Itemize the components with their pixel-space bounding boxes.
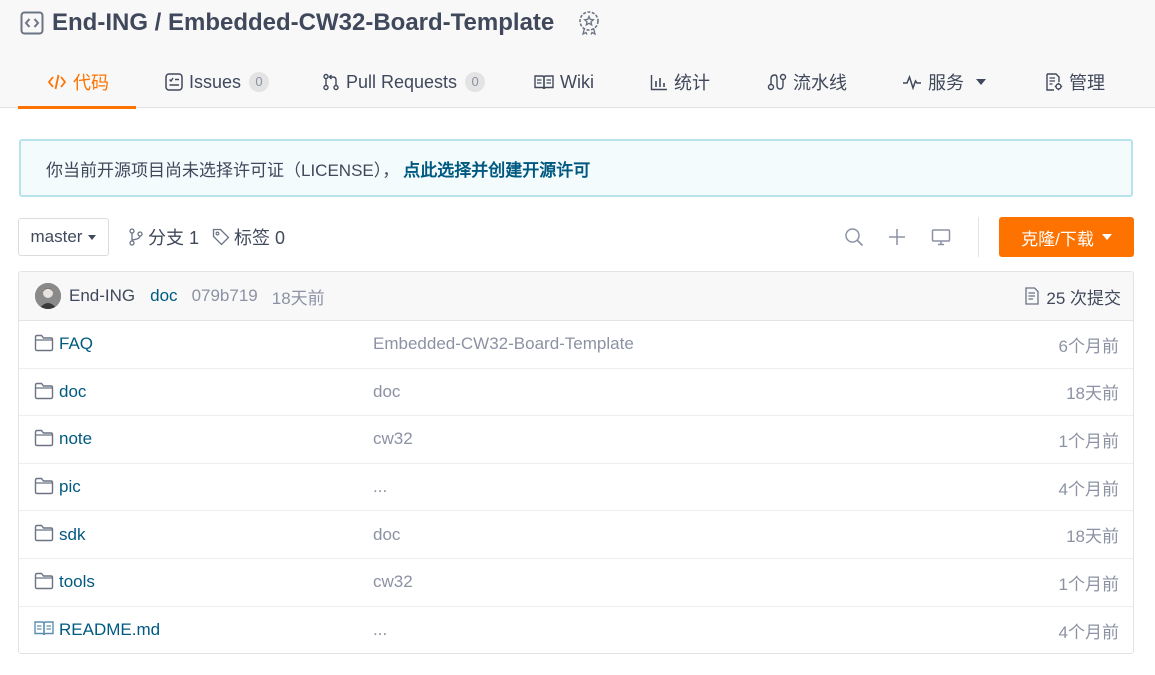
file-name-link[interactable]: README.md	[59, 620, 160, 640]
tags-label: 标签 0	[234, 228, 286, 248]
file-name-link[interactable]: doc	[59, 382, 86, 402]
repo-tabs: 代码 Issues 0 Pull Requests 0 Wiki 统计 流水线 …	[18, 56, 1138, 109]
code-icon	[47, 74, 67, 90]
tab-stats[interactable]: 统计	[650, 56, 710, 108]
commit-count-label: 25 次提交	[1046, 288, 1121, 308]
tab-code-label: 代码	[73, 73, 109, 93]
readme-book-icon	[34, 620, 54, 640]
toolbar-divider	[978, 217, 979, 257]
settings-doc-icon	[1046, 73, 1063, 91]
file-name-link[interactable]: pic	[59, 477, 81, 497]
repo-toolbar: master 分支 1 标签 0 克隆/下载	[18, 217, 1134, 257]
repo-title-bar: End-ING / Embedded-CW32-Board-Template	[20, 6, 602, 40]
tags-link[interactable]: 标签 0	[212, 218, 285, 256]
avatar[interactable]	[35, 283, 61, 309]
commit-sha[interactable]: 079b719	[192, 286, 258, 306]
pulse-icon	[903, 74, 921, 90]
issues-count-badge: 0	[249, 72, 270, 92]
branch-icon	[129, 228, 143, 246]
commit-time: 18天前	[271, 288, 325, 308]
license-notice-text: 你当前开源项目尚未选择许可证（LICENSE），	[46, 160, 400, 180]
file-updated-time: 18天前	[1066, 527, 1119, 547]
tab-pipeline[interactable]: 流水线	[767, 56, 847, 108]
tab-wiki-label: Wiki	[560, 71, 594, 92]
file-commit-message[interactable]: ...	[373, 477, 387, 497]
wiki-book-icon	[534, 75, 554, 90]
repo-name[interactable]: End-ING / Embedded-CW32-Board-Template	[52, 9, 554, 37]
file-commit-message[interactable]: Embedded-CW32-Board-Template	[373, 334, 634, 354]
commits-doc-icon	[1025, 287, 1040, 305]
file-name-link[interactable]: FAQ	[59, 334, 93, 354]
file-commit-message[interactable]: doc	[373, 382, 400, 402]
file-commit-message[interactable]: cw32	[373, 429, 413, 449]
create-license-link[interactable]: 点此选择并创建开源许可	[403, 156, 590, 181]
file-name-link[interactable]: note	[59, 429, 92, 449]
branch-select[interactable]: master	[18, 218, 109, 256]
tab-stats-label: 统计	[674, 73, 710, 93]
tab-pull-requests-label: Pull Requests	[346, 71, 458, 92]
file-commit-message[interactable]: cw32	[373, 572, 413, 592]
file-updated-time: 1个月前	[1058, 574, 1119, 594]
table-row[interactable]: tools cw32 1个月前	[19, 559, 1133, 607]
chevron-down-icon	[976, 79, 986, 85]
folder-icon	[34, 382, 54, 402]
caret-down-icon	[88, 234, 97, 240]
repo-header: End-ING / Embedded-CW32-Board-Template 代…	[0, 0, 1155, 109]
commit-count-link[interactable]: 25 次提交	[1024, 272, 1121, 320]
last-commit-bar: End-ING doc 079b719 18天前 25 次提交	[19, 272, 1133, 321]
folder-icon	[34, 524, 54, 544]
branches-link[interactable]: 分支 1	[128, 218, 199, 256]
file-rows: FAQ Embedded-CW32-Board-Template 6个月前 doc do…	[19, 321, 1133, 653]
file-list: End-ING doc 079b719 18天前 25 次提交 FAQ Embed…	[18, 271, 1134, 654]
file-name-link[interactable]: tools	[59, 572, 95, 592]
folder-icon	[34, 477, 54, 497]
commit-author[interactable]: End-ING	[69, 286, 135, 306]
table-row[interactable]: note cw32 1个月前	[19, 416, 1133, 464]
file-updated-time: 4个月前	[1058, 479, 1119, 499]
pipeline-icon	[767, 73, 787, 91]
file-name-link[interactable]: sdk	[59, 525, 85, 545]
issues-icon	[165, 73, 183, 91]
add-file-icon[interactable]	[885, 225, 909, 249]
tab-wiki[interactable]: Wiki	[534, 56, 594, 108]
pull-request-icon	[323, 73, 339, 91]
table-row[interactable]: pic... 4个月前	[19, 464, 1133, 512]
chevron-down-icon	[1101, 234, 1112, 240]
bar-chart-icon	[650, 75, 667, 91]
pull-requests-count-badge: 0	[465, 72, 486, 92]
tab-services[interactable]: 服务	[902, 56, 986, 108]
tab-issues[interactable]: Issues 0	[165, 56, 270, 108]
file-commit-message[interactable]: ...	[373, 620, 387, 640]
file-updated-time: 1个月前	[1058, 431, 1119, 451]
file-commit-message[interactable]: doc	[373, 525, 400, 545]
tab-manage-label: 管理	[1069, 73, 1105, 93]
table-row[interactable]: FAQ Embedded-CW32-Board-Template 6个月前	[19, 321, 1133, 369]
clone-download-button[interactable]: 克隆/下载	[999, 217, 1134, 257]
tab-pipeline-label: 流水线	[793, 73, 847, 93]
tab-issues-label: Issues	[189, 71, 242, 92]
search-icon[interactable]	[842, 225, 866, 249]
folder-icon	[34, 572, 54, 592]
tab-services-label: 服务	[928, 73, 964, 93]
repo-code-icon	[20, 11, 44, 35]
award-badge-icon[interactable]	[576, 10, 602, 36]
commit-message[interactable]: doc	[150, 286, 177, 306]
branch-select-value: master	[30, 227, 83, 246]
table-row[interactable]: sdk doc 18天前	[19, 511, 1133, 559]
web-ide-monitor-icon[interactable]	[929, 225, 953, 249]
table-row[interactable]: doc doc 18天前	[19, 369, 1133, 417]
table-row[interactable]: README.md... 4个月前	[19, 607, 1133, 653]
tag-icon	[212, 228, 230, 246]
file-updated-time: 18天前	[1066, 384, 1119, 404]
license-notice: 你当前开源项目尚未选择许可证（LICENSE）， 点此选择并创建开源许可	[19, 139, 1133, 197]
tab-code[interactable]: 代码	[18, 56, 136, 109]
tab-pull-requests[interactable]: Pull Requests 0	[322, 56, 486, 108]
folder-icon	[34, 334, 54, 354]
branches-label: 分支 1	[148, 228, 200, 248]
tab-manage[interactable]: 管理	[1045, 56, 1105, 108]
folder-icon	[34, 429, 54, 449]
file-updated-time: 4个月前	[1058, 622, 1119, 642]
file-updated-time: 6个月前	[1058, 336, 1119, 356]
clone-download-label: 克隆/下载	[1021, 229, 1094, 249]
